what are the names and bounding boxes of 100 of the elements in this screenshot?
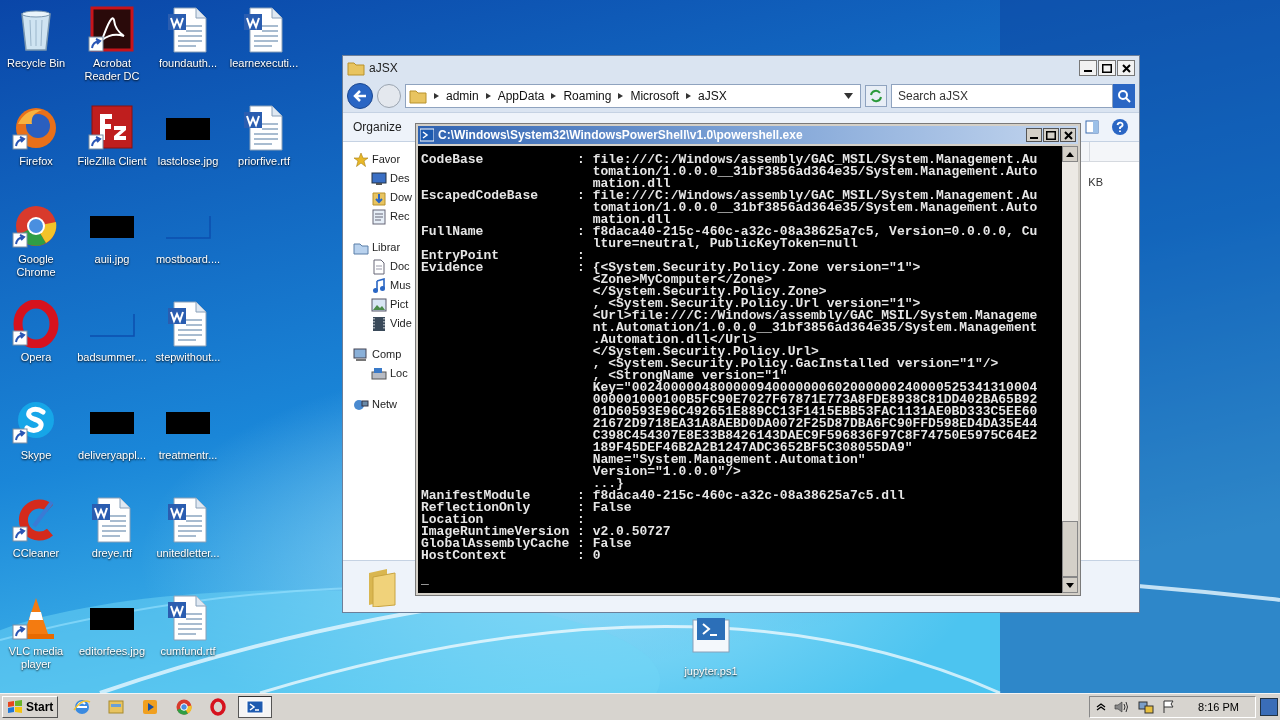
taskbar-button[interactable] [238,696,273,718]
chevron-icon [433,92,440,100]
nav-item[interactable]: Des [371,169,415,188]
address-bar[interactable]: admin AppData Roaming Microsoft aJSX [405,84,861,108]
desktop-shortcut[interactable]: Opera [0,300,74,398]
breadcrumb[interactable]: AppData [497,87,545,105]
chevron-icon [484,92,492,100]
desktop-shortcut[interactable]: Skype [0,398,74,496]
videos-icon [371,315,387,332]
folder-icon [107,698,126,716]
desktop-shortcut[interactable]: priorfive.rtf [226,104,302,202]
console-line: </System.Security.Policy.Url> [591,346,819,358]
console-line: FullName : f8daca40-215c-460c-a32c-08a38625a7c5, Version=0.0.0.0, Cu [421,226,1039,238]
music-icon [371,277,387,294]
console-line: ...} [591,478,624,490]
star-icon [353,151,369,168]
window-title: aJSX [369,60,398,77]
desktop-shortcut[interactable]: mostboard.... [150,202,226,300]
nav-item[interactable]: Netw [353,395,415,414]
desktop-shortcut[interactable]: Acrobat Reader DC [74,6,150,104]
breadcrumb[interactable]: aJSX [698,87,727,105]
nav-item[interactable]: Doc [371,257,415,276]
chevron-icon [550,92,558,100]
desktop-shortcut[interactable]: learnexecuti... [226,6,302,104]
up-arrow-icon [1066,151,1074,157]
help-icon [1111,118,1129,136]
network-icon [1138,700,1155,714]
down-arrow-icon [1066,582,1074,588]
console-line: Evidence : {<System.Security.Policy.Zone version="1"> [421,262,922,274]
desktop-shortcut[interactable]: Google Chrome [0,202,74,300]
chevron-icon [685,92,693,100]
nav-item[interactable]: Pict [371,295,415,314]
browser-e-icon [73,698,92,716]
nav-item[interactable]: Comp [353,345,415,364]
breadcrumb[interactable]: admin [446,87,479,105]
search-button[interactable] [1113,84,1135,108]
file-size-text: KB [1088,175,1103,190]
nav-item[interactable]: Librar [353,238,415,257]
start-button[interactable]: Start [2,696,59,718]
desktop-shortcut[interactable]: lastclose.jpg [150,104,226,202]
console-line: tomation/1.0.0.0__31bf3856ad364e35/System.Management.Auto [591,166,1039,178]
console-line: .Automation.dll</Url> [591,334,757,346]
disk-icon [371,365,387,382]
folder-icon [347,59,365,77]
close-button[interactable] [1117,60,1135,76]
close-button[interactable] [1060,128,1076,142]
close-icon [1063,130,1073,140]
flag-icon [1162,700,1177,714]
desktop-shortcut[interactable]: stepwithout... [150,300,226,398]
toolbar-button[interactable]: Organize [353,118,402,136]
back-arrow-icon [352,89,368,103]
desktop-shortcut[interactable]: foundauth... [150,6,226,104]
back-button[interactable] [347,83,373,109]
desktop-shortcut[interactable]: auii.jpg [74,202,150,300]
nav-item[interactable]: Vide [371,314,415,333]
minimize-button[interactable] [1079,60,1097,76]
powershell-icon [246,698,265,716]
minimize-button[interactable] [1026,128,1042,142]
console-line: HostContext : 0 [421,550,602,562]
search-icon [1117,89,1131,103]
maximize-button[interactable] [1098,60,1116,76]
show-desktop-button[interactable] [1260,698,1278,716]
console-line: ReflectionOnly : False [421,502,633,514]
nav-item[interactable]: Dow [371,188,415,207]
folder-icon [409,87,427,105]
maximize-icon [1046,130,1056,140]
breadcrumb[interactable]: Roaming [563,87,612,105]
scrollbar[interactable] [1062,146,1078,593]
console-cursor: _ [421,574,429,586]
close-icon [1121,63,1131,73]
search-field[interactable]: Search aJSX [891,84,1113,108]
computer-icon [353,346,369,363]
desktop-shortcut[interactable]: badsummer.... [74,300,150,398]
console-line: Key="0024000004800000940000000602000000240000525341310004 [591,382,1039,394]
chrome-ball-icon [175,698,194,716]
scroll-thumb[interactable] [1062,521,1078,577]
desktop-shortcut[interactable]: treatmentr... [150,398,226,496]
nav-item[interactable]: Loc [371,364,415,383]
desktop-shortcut[interactable]: FileZilla Client [74,104,150,202]
refresh-button[interactable] [865,85,887,107]
nav-item[interactable]: Rec [371,207,415,226]
breadcrumb[interactable]: Microsoft [630,87,680,105]
speaker-icon [1114,700,1131,714]
nav-item[interactable]: Mus [371,276,415,295]
console-line: , <StrongName version="1" [591,370,788,382]
console-line: </System.Security.Policy.Zone> [591,286,827,298]
nav-item[interactable]: Favor [353,150,415,169]
maximize-icon [1102,63,1112,73]
chevron-up-icon [1096,702,1107,712]
desktop-shortcut[interactable]: deliveryappl... [74,398,150,496]
console-line: ImageRuntimeVersion : v2.0.50727 [421,526,672,538]
desktop-icon [371,170,387,187]
maximize-button[interactable] [1043,128,1059,142]
chevron-icon [617,92,625,100]
preview-pane-icon [1085,120,1099,134]
console-line: Name="System.Management.Automation" [591,454,867,466]
desktop-shortcut[interactable]: Firefox [0,104,74,202]
desktop-shortcut[interactable]: Recycle Bin [0,6,74,104]
console-line: mation.dll [591,178,671,190]
ring-icon [209,698,228,716]
